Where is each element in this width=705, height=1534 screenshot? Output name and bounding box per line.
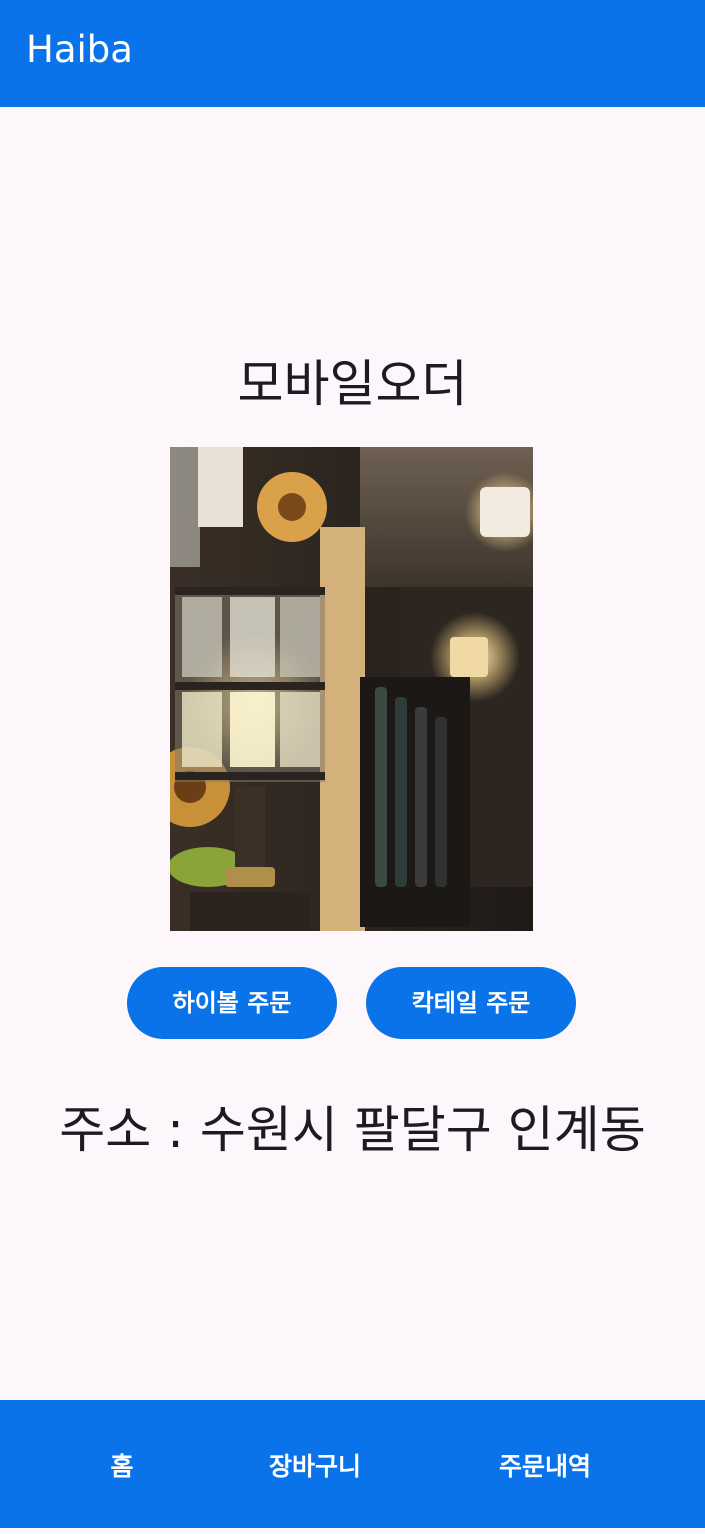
page-title: 모바일오더 bbox=[237, 355, 468, 413]
bottom-navigation: 홈 장바구니 주문내역 bbox=[0, 1400, 705, 1528]
nav-item-order-history[interactable]: 주문내역 bbox=[445, 1400, 645, 1528]
highball-order-button[interactable]: 하이볼 주문 bbox=[127, 967, 337, 1039]
bar-interior-image bbox=[170, 447, 533, 931]
nav-item-cart[interactable]: 장바구니 bbox=[215, 1400, 415, 1528]
cocktail-order-button[interactable]: 칵테일 주문 bbox=[366, 967, 576, 1039]
app-bar: Haiba bbox=[0, 0, 705, 107]
store-address: 주소 : 수원시 팔달구 인계동 bbox=[59, 1101, 646, 1159]
nav-item-home[interactable]: 홈 bbox=[22, 1400, 222, 1528]
app-title: Haiba bbox=[26, 28, 133, 71]
